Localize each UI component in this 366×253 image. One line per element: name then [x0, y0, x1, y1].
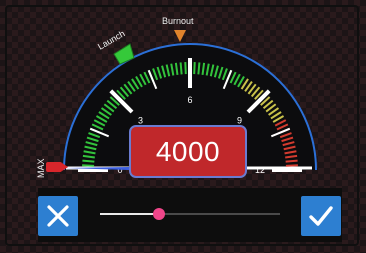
- control-bar: [38, 188, 342, 242]
- close-icon: [47, 205, 69, 227]
- rpm-value-display[interactable]: 4000: [129, 125, 247, 178]
- rpm-value-text: 4000: [155, 135, 221, 167]
- gauge-minor-tick: [285, 159, 298, 163]
- gauge-minor-tick: [193, 62, 196, 75]
- burnout-marker-label: Burnout: [162, 16, 194, 26]
- slider-fill: [100, 213, 160, 215]
- burnout-marker[interactable]: Burnout: [162, 16, 194, 42]
- cancel-button[interactable]: [38, 196, 78, 236]
- gauge-minor-tick: [82, 164, 95, 167]
- rpm-gauge-screen: 0 3 6 9 12 MAX Launch Burnout 4000: [0, 0, 366, 253]
- gauge-minor-tick: [82, 159, 95, 163]
- launch-marker[interactable]: Launch: [96, 28, 135, 65]
- gauge-minor-tick: [197, 62, 201, 75]
- gauge-tick-label: 0: [117, 165, 122, 175]
- max-marker-label: MAX: [36, 158, 46, 178]
- gauge-tick-label: 9: [237, 116, 242, 126]
- rpm-slider[interactable]: [100, 208, 280, 220]
- gauge-tick-label: 12: [255, 165, 265, 175]
- check-icon: [309, 206, 333, 226]
- gauge-tick-label: 3: [138, 116, 143, 126]
- gauge-tick-label: 6: [187, 95, 192, 105]
- launch-marker-label: Launch: [96, 28, 127, 51]
- gauge-minor-tick: [179, 62, 183, 75]
- confirm-button[interactable]: [301, 196, 341, 236]
- max-marker: MAX: [36, 158, 68, 178]
- gauge-minor-tick: [285, 164, 298, 167]
- gauge-minor-tick: [184, 62, 187, 75]
